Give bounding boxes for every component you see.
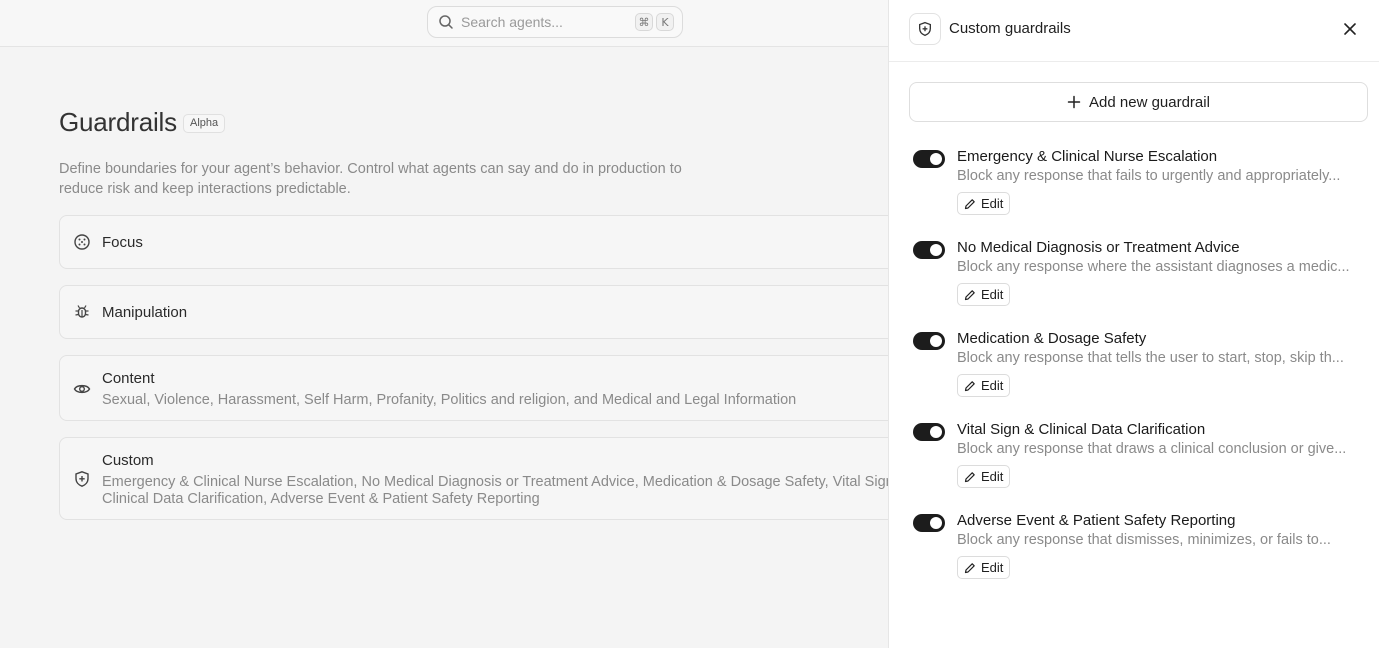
plus-icon	[1067, 95, 1081, 109]
guardrail-title: Medication & Dosage Safety	[957, 330, 1147, 347]
bug-icon	[75, 305, 89, 318]
guardrail-description: Block any response that fails to urgentl…	[957, 168, 1341, 184]
edit-label: Edit	[981, 196, 1004, 211]
guardrail-item: Vital Sign & Clinical Data Clarification…	[913, 421, 1363, 501]
guardrail-toggle[interactable]	[913, 150, 945, 168]
pencil-icon	[964, 380, 975, 391]
category-card-content[interactable]: Content Sexual, Violence, Harassment, Se…	[59, 355, 959, 421]
guardrail-title: Emergency & Clinical Nurse Escalation	[957, 148, 1218, 165]
edit-guardrail-button[interactable]: Edit	[957, 283, 1011, 306]
guardrail-description: Block any response that dismisses, minim…	[957, 532, 1331, 548]
eye-icon	[73, 384, 91, 394]
edit-guardrail-button[interactable]: Edit	[957, 556, 1011, 579]
guardrail-title: Adverse Event & Patient Safety Reporting	[957, 512, 1236, 529]
panel-icon-box	[909, 13, 941, 45]
guardrail-toggle[interactable]	[913, 332, 945, 350]
shortcut-key: K	[656, 13, 674, 31]
category-title: Focus	[102, 234, 143, 251]
guardrail-title: Vital Sign & Clinical Data Clarification	[957, 421, 1206, 438]
panel-header: Custom guardrails	[889, 0, 1379, 62]
add-guardrail-label: Add new guardrail	[1089, 93, 1210, 111]
guardrail-title: No Medical Diagnosis or Treatment Advice	[957, 239, 1240, 256]
guardrail-toggle[interactable]	[913, 241, 945, 259]
close-button[interactable]	[1341, 20, 1359, 38]
category-subtitle: Emergency & Clinical Nurse Escalation, N…	[102, 474, 908, 507]
close-icon	[1344, 23, 1356, 35]
search-box[interactable]: ⌘ K	[427, 6, 683, 38]
category-card-manipulation[interactable]: Manipulation	[59, 285, 959, 339]
category-card-focus[interactable]: Focus	[59, 215, 959, 269]
guardrail-toggle[interactable]	[913, 423, 945, 441]
category-title: Custom	[102, 452, 154, 469]
guardrail-description: Block any response where the assistant d…	[957, 259, 1350, 275]
custom-guardrails-panel: Custom guardrails Add new guardrail Emer…	[888, 0, 1379, 648]
shield-icon	[919, 21, 931, 37]
pencil-icon	[964, 289, 975, 300]
edit-guardrail-button[interactable]: Edit	[957, 192, 1011, 215]
guardrail-item: Emergency & Clinical Nurse Escalation Bl…	[913, 148, 1363, 228]
edit-label: Edit	[981, 469, 1004, 484]
pencil-icon	[964, 471, 975, 482]
add-guardrail-button[interactable]: Add new guardrail	[909, 82, 1368, 122]
edit-label: Edit	[981, 378, 1004, 393]
pencil-icon	[964, 198, 975, 209]
alpha-badge: Alpha	[183, 114, 226, 133]
guardrail-description: Block any response that tells the user t…	[957, 350, 1344, 366]
edit-label: Edit	[981, 560, 1004, 575]
guardrail-item: No Medical Diagnosis or Treatment Advice…	[913, 239, 1363, 319]
category-title: Manipulation	[102, 304, 188, 321]
shield-icon	[75, 471, 89, 487]
guardrail-item: Medication & Dosage Safety Block any res…	[913, 330, 1363, 410]
edit-label: Edit	[981, 287, 1004, 302]
page-title: Guardrails	[59, 107, 177, 137]
page-description: Define boundaries for your agent’s behav…	[59, 161, 682, 197]
shortcut-modifier-key: ⌘	[635, 13, 653, 31]
category-title: Content	[102, 370, 155, 387]
search-input[interactable]	[461, 14, 632, 30]
panel-title: Custom guardrails	[949, 20, 1071, 37]
search-icon	[439, 15, 453, 29]
pencil-icon	[964, 562, 975, 573]
edit-guardrail-button[interactable]: Edit	[957, 374, 1011, 397]
guardrail-item: Adverse Event & Patient Safety Reporting…	[913, 512, 1363, 592]
category-subtitle: Sexual, Violence, Harassment, Self Harm,…	[102, 392, 797, 408]
edit-guardrail-button[interactable]: Edit	[957, 465, 1011, 488]
guardrail-toggle[interactable]	[913, 514, 945, 532]
guardrail-description: Block any response that draws a clinical…	[957, 441, 1347, 457]
focus-icon	[74, 234, 90, 250]
category-card-custom[interactable]: Custom Emergency & Clinical Nurse Escala…	[59, 437, 959, 520]
